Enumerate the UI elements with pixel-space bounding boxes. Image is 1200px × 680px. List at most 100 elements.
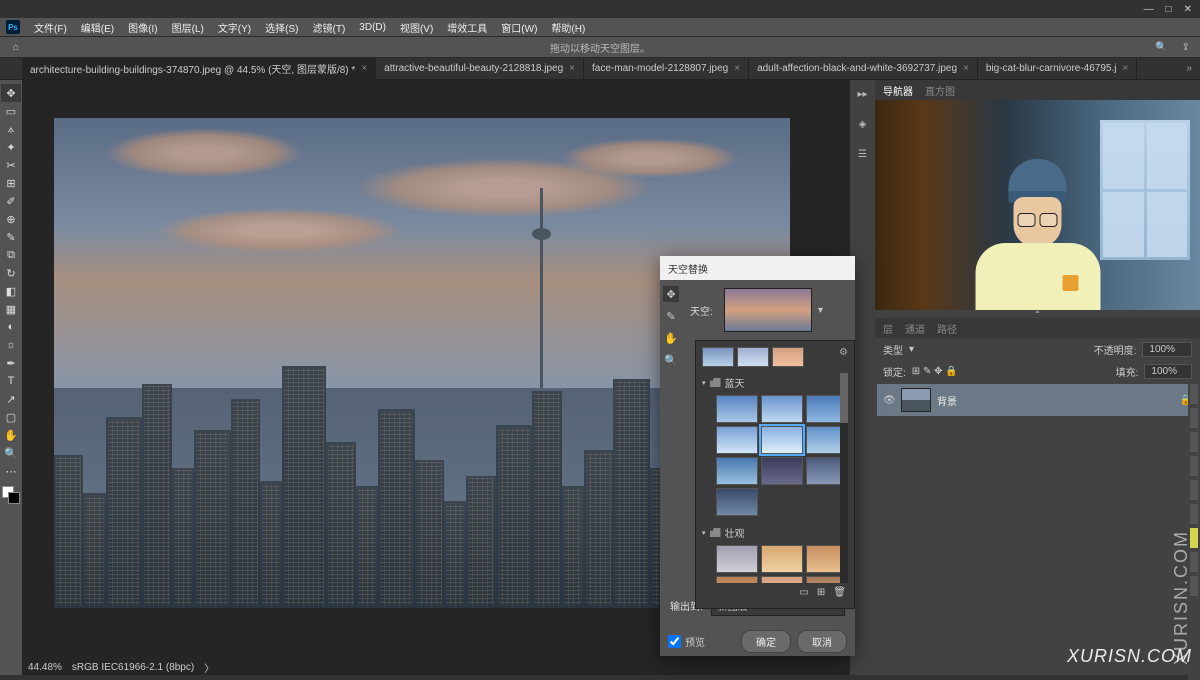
group-header-blue[interactable]: ▾蓝天 <box>702 373 848 392</box>
sky-thumb[interactable] <box>716 426 758 454</box>
menu-view[interactable]: 视图(V) <box>394 18 439 37</box>
move-tool[interactable]: ✥ <box>1 84 21 102</box>
tab-paths[interactable]: 路径 <box>937 321 957 336</box>
visibility-icon[interactable]: 👁 <box>883 395 895 406</box>
menu-select[interactable]: 选择(S) <box>259 18 304 37</box>
filter-icon[interactable]: ▾ <box>909 344 914 355</box>
path-tool[interactable]: ↗ <box>1 390 21 408</box>
group-header-sunset[interactable]: ▾壮观 <box>702 523 848 542</box>
menu-help[interactable]: 帮助(H) <box>545 18 591 37</box>
panel-divider[interactable] <box>875 310 1200 318</box>
opacity-value[interactable]: 100% <box>1142 342 1192 357</box>
gear-icon[interactable]: ⚙ <box>839 347 848 367</box>
tab-close-icon[interactable]: × <box>361 63 367 74</box>
sky-thumb[interactable] <box>716 545 758 573</box>
new-folder-icon[interactable]: ▭ <box>799 587 808 598</box>
lock-icons[interactable]: ⊞ ✎ ✥ 🔒 <box>912 366 958 377</box>
menu-window[interactable]: 窗口(W) <box>495 18 543 37</box>
sky-thumb[interactable] <box>761 457 803 485</box>
sky-thumb[interactable] <box>761 576 803 583</box>
maximize-icon[interactable]: □ <box>1166 4 1172 15</box>
marquee-tool[interactable]: ▭ <box>1 102 21 120</box>
hand-tool[interactable]: ✋ <box>663 330 679 346</box>
sky-thumb[interactable] <box>716 576 758 583</box>
history-brush-tool[interactable]: ↻ <box>1 264 21 282</box>
status-chevron-icon[interactable]: 〉 <box>204 660 214 675</box>
dialog-titlebar[interactable]: 天空替换 <box>660 256 855 280</box>
sky-dropdown-icon[interactable]: ▾ <box>818 305 828 316</box>
fill-value[interactable]: 100% <box>1144 364 1192 379</box>
gradient-tool[interactable]: ▦ <box>1 300 21 318</box>
recent-sky-thumb[interactable] <box>737 347 769 367</box>
search-icon[interactable]: 🔍 <box>1155 42 1167 53</box>
shape-tool[interactable]: ▢ <box>1 408 21 426</box>
history-icon[interactable]: ▸▸ <box>855 86 871 102</box>
eraser-tool[interactable]: ◧ <box>1 282 21 300</box>
tab-close-icon[interactable]: × <box>734 63 740 74</box>
brush-tool[interactable]: ✎ <box>1 228 21 246</box>
type-tool[interactable]: T <box>1 372 21 390</box>
adjustments-icon[interactable]: ☰ <box>855 146 871 162</box>
cancel-button[interactable]: 取消 <box>797 630 847 653</box>
tab-layers[interactable]: 层 <box>883 321 893 336</box>
menu-layer[interactable]: 图层(L) <box>166 18 210 37</box>
sky-thumb[interactable] <box>761 426 803 454</box>
wand-tool[interactable]: ✦ <box>1 138 21 156</box>
tab-doc-2[interactable]: face-man-model-2128807.jpeg× <box>584 58 749 79</box>
sky-thumb[interactable] <box>716 395 758 423</box>
share-icon[interactable]: ⇪ <box>1182 42 1190 53</box>
zoom-tool[interactable]: 🔍 <box>1 444 21 462</box>
blur-tool[interactable]: ◐ <box>1 318 21 336</box>
tab-histogram[interactable]: 直方图 <box>925 83 955 98</box>
properties-icon[interactable]: ◈ <box>855 116 871 132</box>
sky-thumb[interactable] <box>761 545 803 573</box>
layer-name[interactable]: 背景 <box>937 393 1174 408</box>
navigator-preview[interactable] <box>875 100 1200 310</box>
menu-type[interactable]: 文字(Y) <box>212 18 257 37</box>
tab-doc-3[interactable]: adult-affection-black-and-white-3692737.… <box>749 58 978 79</box>
hand-tool[interactable]: ✋ <box>1 426 21 444</box>
recent-sky-thumb[interactable] <box>772 347 804 367</box>
minimize-icon[interactable]: — <box>1144 4 1154 15</box>
layer-thumbnail[interactable] <box>901 388 931 412</box>
dodge-tool[interactable]: ☼ <box>1 336 21 354</box>
home-icon[interactable]: ⌂ <box>8 39 24 55</box>
tab-close-icon[interactable]: × <box>569 63 575 74</box>
app-logo[interactable]: Ps <box>6 20 20 34</box>
menu-file[interactable]: 文件(F) <box>28 18 73 37</box>
tab-doc-1[interactable]: attractive-beautiful-beauty-2128818.jpeg… <box>376 58 584 79</box>
frame-tool[interactable]: ⊞ <box>1 174 21 192</box>
menu-image[interactable]: 图像(I) <box>122 18 163 37</box>
menu-filter[interactable]: 滤镜(T) <box>307 18 352 37</box>
heal-tool[interactable]: ⊕ <box>1 210 21 228</box>
new-preset-icon[interactable]: ⊞ <box>817 587 825 598</box>
stamp-tool[interactable]: ⧉ <box>1 246 21 264</box>
tab-doc-0[interactable]: architecture-building-buildings-374870.j… <box>22 58 376 79</box>
delete-icon[interactable]: 🗑 <box>833 587 846 598</box>
sky-brush-tool[interactable]: ✎ <box>663 308 679 324</box>
menu-edit[interactable]: 编辑(E) <box>75 18 120 37</box>
color-swatch[interactable] <box>2 486 20 504</box>
tab-doc-4[interactable]: big-cat-blur-carnivore-46795.j× <box>978 58 1137 79</box>
tab-navigator[interactable]: 导航器 <box>883 83 913 98</box>
zoom-tool[interactable]: 🔍 <box>663 352 679 368</box>
tab-close-icon[interactable]: × <box>963 63 969 74</box>
layer-row-background[interactable]: 👁 背景 🔒 <box>877 384 1198 416</box>
sky-thumb[interactable] <box>716 488 758 516</box>
zoom-level[interactable]: 44.48% <box>28 662 62 673</box>
crop-tool[interactable]: ✂ <box>1 156 21 174</box>
menu-3d[interactable]: 3D(D) <box>353 20 392 35</box>
menu-plugins[interactable]: 增效工具 <box>441 18 493 37</box>
edit-toolbar[interactable]: ⋯ <box>1 462 21 480</box>
sky-preview-thumb[interactable] <box>724 288 812 332</box>
tabs-overflow-icon[interactable]: » <box>1178 58 1200 79</box>
sky-thumb[interactable] <box>716 457 758 485</box>
picker-scrollbar[interactable] <box>840 373 848 583</box>
sky-thumb[interactable] <box>761 395 803 423</box>
preview-checkbox[interactable]: 预览 <box>668 634 705 649</box>
move-sky-tool[interactable]: ✥ <box>663 286 679 302</box>
close-icon[interactable]: ✕ <box>1184 4 1192 15</box>
tab-close-icon[interactable]: × <box>1122 63 1128 74</box>
pen-tool[interactable]: ✒ <box>1 354 21 372</box>
recent-sky-thumb[interactable] <box>702 347 734 367</box>
